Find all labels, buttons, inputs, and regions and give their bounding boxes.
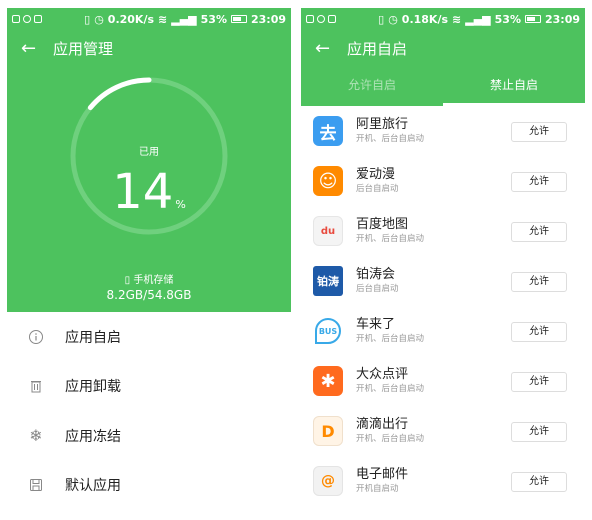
usage-percent: 14% <box>7 164 291 220</box>
image-notify-icon <box>12 15 20 23</box>
email-app-icon: @ <box>313 466 343 496</box>
network-speed: 0.18K/s <box>401 12 449 26</box>
usage-label: 已用 <box>139 147 159 158</box>
storage-value: 8.2GB/54.8GB <box>106 288 192 302</box>
app-management-screen: ▯ ◷ 0.20K/s ≋ ▂▄▆ 53% 23:09 ← 应用管理 已用 14… <box>7 8 291 512</box>
status-icons-right: ▯ ◷ 0.18K/s ≋ ▂▄▆ 53% 23:09 <box>378 13 580 26</box>
battery-percent: 53% <box>200 12 227 26</box>
usage-percent-unit: % <box>175 198 186 211</box>
status-bar: ▯ ◷ 0.20K/s ≋ ▂▄▆ 53% 23:09 <box>7 8 291 30</box>
header-area: ▯ ◷ 0.20K/s ≋ ▂▄▆ 53% 23:09 ← 应用管理 已用 14… <box>7 8 291 312</box>
menu-label: 应用冻结 <box>65 428 121 445</box>
allow-button[interactable]: 允许 <box>511 172 567 192</box>
app-notify-icon <box>23 15 31 23</box>
tab-allow-autostart[interactable]: 允许自启 <box>301 66 443 106</box>
list-item: 铂涛 铂涛会 后台自启动 允许 <box>301 256 585 306</box>
image-notify-icon <box>306 15 314 23</box>
trash-icon <box>7 378 65 394</box>
app-management-menu: 应用自启 应用卸载 ❄ 应用冻结 默认应用 <box>7 312 291 510</box>
wifi-icon: ≋ <box>158 12 168 26</box>
app-bar: ← 应用管理 <box>7 30 291 66</box>
menu-item-default-apps[interactable]: 默认应用 <box>7 461 291 511</box>
game-notify-icon <box>34 15 42 23</box>
aidongman-app-icon: ☺ <box>313 166 343 196</box>
allow-button[interactable]: 允许 <box>511 372 567 392</box>
snowflake-icon: ❄ <box>29 426 43 446</box>
list-item: @ 电子邮件 开机自启动 允许 <box>301 456 585 506</box>
clock: 23:09 <box>250 12 286 26</box>
signal-icon: ▂▄▆ <box>171 12 197 26</box>
chelaile-app-icon: BUS <box>315 318 341 344</box>
baidu-map-app-icon: du <box>313 216 343 246</box>
autostart-tabs: 允许自启 禁止自启 <box>301 66 585 106</box>
dianping-app-icon: ✱ <box>313 366 343 396</box>
storage-label-text: 手机存储 <box>133 275 174 286</box>
status-icons-left <box>306 15 336 23</box>
alitrip-app-icon: 去 <box>313 116 343 146</box>
back-arrow-icon[interactable]: ← <box>301 38 335 59</box>
status-icons-left <box>12 15 42 23</box>
save-icon <box>7 477 65 493</box>
page-title: 应用管理 <box>53 39 114 58</box>
app-list: 去 阿里旅行 开机、后台自启动 允许 ☺ 爱动漫 后台自启动 允许 du 百度地… <box>301 106 585 506</box>
didi-app-icon: D <box>313 416 343 446</box>
list-item: D 滴滴出行 开机、后台自启动 允许 <box>301 406 585 456</box>
app-bar: ← 应用自启 <box>301 30 585 66</box>
menu-item-freeze[interactable]: ❄ 应用冻结 <box>7 411 291 461</box>
allow-button[interactable]: 允许 <box>511 472 567 492</box>
menu-label: 默认应用 <box>65 478 121 495</box>
app-notify-icon <box>317 15 325 23</box>
storage-label: ▯ 手机存储 <box>7 271 291 286</box>
menu-label: 应用自启 <box>65 329 121 346</box>
alarm-icon: ◷ <box>388 12 398 26</box>
clock: 23:09 <box>544 12 580 26</box>
botao-app-icon: 铂涛 <box>313 266 343 296</box>
battery-icon <box>524 15 541 23</box>
list-item: 去 阿里旅行 开机、后台自启动 允许 <box>301 106 585 156</box>
signal-icon: ▂▄▆ <box>465 12 491 26</box>
allow-button[interactable]: 允许 <box>511 272 567 292</box>
back-arrow-icon[interactable]: ← <box>7 38 41 59</box>
app-autostart-screen: ▯ ◷ 0.18K/s ≋ ▂▄▆ 53% 23:09 ← 应用自启 允许自启 … <box>301 8 585 512</box>
allow-button[interactable]: 允许 <box>511 322 567 342</box>
page-title: 应用自启 <box>347 39 408 58</box>
list-item: ✱ 大众点评 开机、后台自启动 允许 <box>301 356 585 406</box>
menu-item-autostart[interactable]: 应用自启 <box>7 312 291 362</box>
menu-label: 应用卸载 <box>65 379 121 396</box>
status-icons-right: ▯ ◷ 0.20K/s ≋ ▂▄▆ 53% 23:09 <box>84 13 286 26</box>
tab-block-autostart[interactable]: 禁止自启 <box>443 66 585 106</box>
wifi-icon: ≋ <box>452 12 462 26</box>
info-icon <box>7 329 65 345</box>
battery-icon <box>230 15 247 23</box>
vibrate-icon: ▯ <box>378 12 385 26</box>
allow-button[interactable]: 允许 <box>511 222 567 242</box>
usage-percent-value: 14 <box>112 164 174 220</box>
game-notify-icon <box>328 15 336 23</box>
menu-item-uninstall[interactable]: 应用卸载 <box>7 362 291 412</box>
storage-usage-panel: 已用 14% ▯ 手机存储 8.2GB/54.8GB <box>7 66 291 312</box>
header-area: ▯ ◷ 0.18K/s ≋ ▂▄▆ 53% 23:09 ← 应用自启 允许自启 … <box>301 8 585 106</box>
list-item: BUS 车来了 开机、后台自启动 允许 <box>301 306 585 356</box>
allow-button[interactable]: 允许 <box>511 122 567 142</box>
battery-percent: 53% <box>494 12 521 26</box>
list-item: du 百度地图 开机、后台自启动 允许 <box>301 206 585 256</box>
list-item: ☺ 爱动漫 后台自启动 允许 <box>301 156 585 206</box>
status-bar: ▯ ◷ 0.18K/s ≋ ▂▄▆ 53% 23:09 <box>301 8 585 30</box>
network-speed: 0.20K/s <box>107 12 155 26</box>
allow-button[interactable]: 允许 <box>511 422 567 442</box>
alarm-icon: ◷ <box>94 12 104 26</box>
vibrate-icon: ▯ <box>84 12 91 26</box>
